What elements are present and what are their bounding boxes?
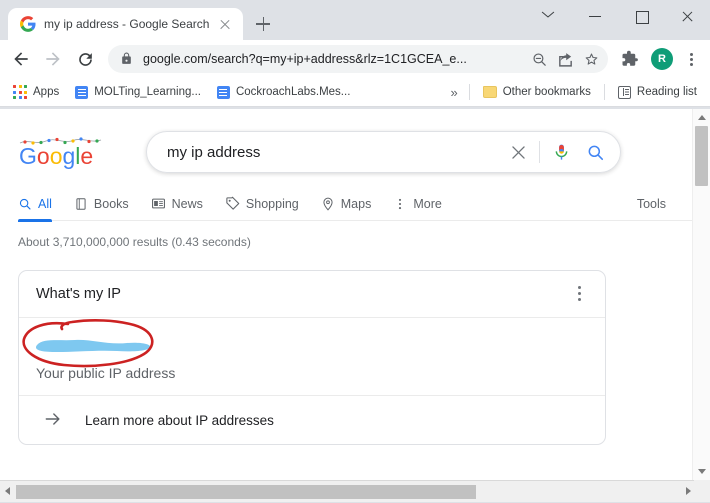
scroll-down-arrow[interactable]	[693, 463, 710, 480]
browser-window: my ip address - Google Search google.com…	[0, 0, 710, 502]
chrome-menu-icon[interactable]	[680, 48, 702, 70]
bookmark-label: Apps	[33, 86, 60, 98]
share-icon[interactable]	[552, 46, 578, 72]
minimize-button[interactable]	[572, 0, 618, 32]
card-body: Your public IP address	[19, 318, 605, 396]
search-icon[interactable]	[578, 135, 612, 169]
google-g-icon	[20, 16, 36, 32]
title-bar: my ip address - Google Search	[0, 0, 710, 40]
window-controls	[526, 0, 710, 32]
clear-x-icon[interactable]	[501, 135, 535, 169]
bookmarks-overflow-icon[interactable]: »	[444, 85, 462, 100]
tab-more[interactable]: More	[393, 187, 455, 221]
back-button[interactable]	[6, 44, 36, 74]
bookmark-label: MOLTing_Learning...	[94, 86, 201, 98]
star-icon[interactable]	[578, 46, 604, 72]
bookmark-label: CockroachLabs.Mes...	[235, 86, 351, 98]
reading-list-icon	[617, 85, 631, 99]
browser-toolbar: google.com/search?q=my+ip+address&rlz=1C…	[0, 40, 710, 78]
google-docs-icon	[216, 85, 230, 99]
tab-label: More	[413, 196, 442, 211]
reading-list-label: Reading list	[636, 86, 697, 98]
microphone-icon[interactable]	[544, 135, 578, 169]
search-box[interactable]: my ip address	[146, 131, 621, 173]
new-tab-button[interactable]	[249, 10, 277, 38]
scroll-up-arrow[interactable]	[693, 109, 710, 126]
bookmark-item[interactable]: MOLTing_Learning...	[68, 83, 208, 102]
card-menu-icon[interactable]	[569, 284, 589, 304]
search-header: Google my ip address	[18, 109, 692, 173]
other-bookmarks-button[interactable]: Other bookmarks	[476, 83, 598, 101]
card-footer[interactable]: Learn more about IP addresses	[19, 396, 605, 444]
svg-text:Google: Google	[19, 143, 93, 169]
bookmarks-bar: Apps MOLTing_Learning... CockroachLabs.M…	[0, 78, 710, 107]
vertical-scrollbar[interactable]	[692, 109, 710, 480]
google-docs-icon	[75, 85, 89, 99]
ip-caption: Your public IP address	[36, 365, 176, 381]
vertical-scroll-thumb[interactable]	[695, 126, 708, 186]
learn-more-link[interactable]: Learn more about IP addresses	[85, 413, 274, 428]
extensions-puzzle-icon[interactable]	[616, 45, 644, 73]
close-window-button[interactable]	[664, 0, 710, 32]
arrow-right-icon	[43, 409, 65, 431]
divider	[603, 84, 605, 100]
tab-search-chevron-icon[interactable]	[526, 0, 572, 32]
tools-button[interactable]: Tools	[637, 197, 692, 211]
horizontal-scroll-thumb[interactable]	[16, 485, 476, 499]
google-logo-holiday-lights[interactable]: Google	[18, 135, 110, 169]
reload-button[interactable]	[70, 44, 100, 74]
browser-tab[interactable]: my ip address - Google Search	[8, 8, 244, 40]
forward-button[interactable]	[38, 44, 68, 74]
bookmark-apps[interactable]: Apps	[6, 82, 66, 102]
tab-label: Books	[93, 196, 129, 211]
profile-avatar[interactable]: R	[651, 48, 673, 70]
tab-close-icon[interactable]	[217, 16, 233, 32]
result-stats: About 3,710,000,000 results (0.43 second…	[18, 235, 251, 249]
search-input[interactable]: my ip address	[167, 144, 501, 161]
tab-shopping[interactable]: Shopping	[225, 187, 313, 221]
other-bookmarks-label: Other bookmarks	[502, 86, 591, 98]
zoom-out-icon[interactable]	[526, 46, 552, 72]
page-viewport: Google my ip address All Books News Shop…	[0, 109, 692, 480]
url-text: google.com/search?q=my+ip+address&rlz=1C…	[143, 52, 467, 66]
lock-icon	[120, 52, 134, 66]
card-title: What's my IP	[36, 286, 121, 302]
tab-news[interactable]: News	[151, 187, 217, 221]
knowledge-card: What's my IP Your public IP address Lear…	[18, 270, 606, 445]
tab-label: All	[38, 196, 52, 211]
reading-list-button[interactable]: Reading list	[611, 83, 704, 102]
scroll-left-arrow[interactable]	[0, 481, 16, 503]
bookmark-item[interactable]: CockroachLabs.Mes...	[210, 83, 357, 102]
tab-all[interactable]: All	[18, 187, 66, 222]
folder-icon	[482, 86, 497, 98]
divider	[468, 84, 470, 100]
card-header: What's my IP	[19, 271, 605, 318]
search-nav-tabs: All Books News Shopping Maps More Tools	[18, 187, 692, 222]
tab-books[interactable]: Books	[74, 187, 143, 221]
horizontal-scrollbar[interactable]	[0, 480, 710, 502]
apps-grid-icon	[13, 85, 27, 99]
tab-label: Shopping	[245, 196, 299, 211]
tab-label: Maps	[340, 196, 372, 211]
tab-strip: my ip address - Google Search	[0, 0, 277, 40]
address-bar[interactable]: google.com/search?q=my+ip+address&rlz=1C…	[108, 45, 608, 73]
avatar-letter: R	[658, 53, 666, 65]
scrollbar-corner	[694, 480, 710, 502]
divider	[539, 141, 540, 163]
tab-title: my ip address - Google Search	[44, 17, 210, 31]
maximize-button[interactable]	[618, 0, 664, 32]
ip-address-redaction	[29, 332, 157, 354]
tab-label: News	[171, 196, 203, 211]
tab-maps[interactable]: Maps	[321, 187, 386, 221]
